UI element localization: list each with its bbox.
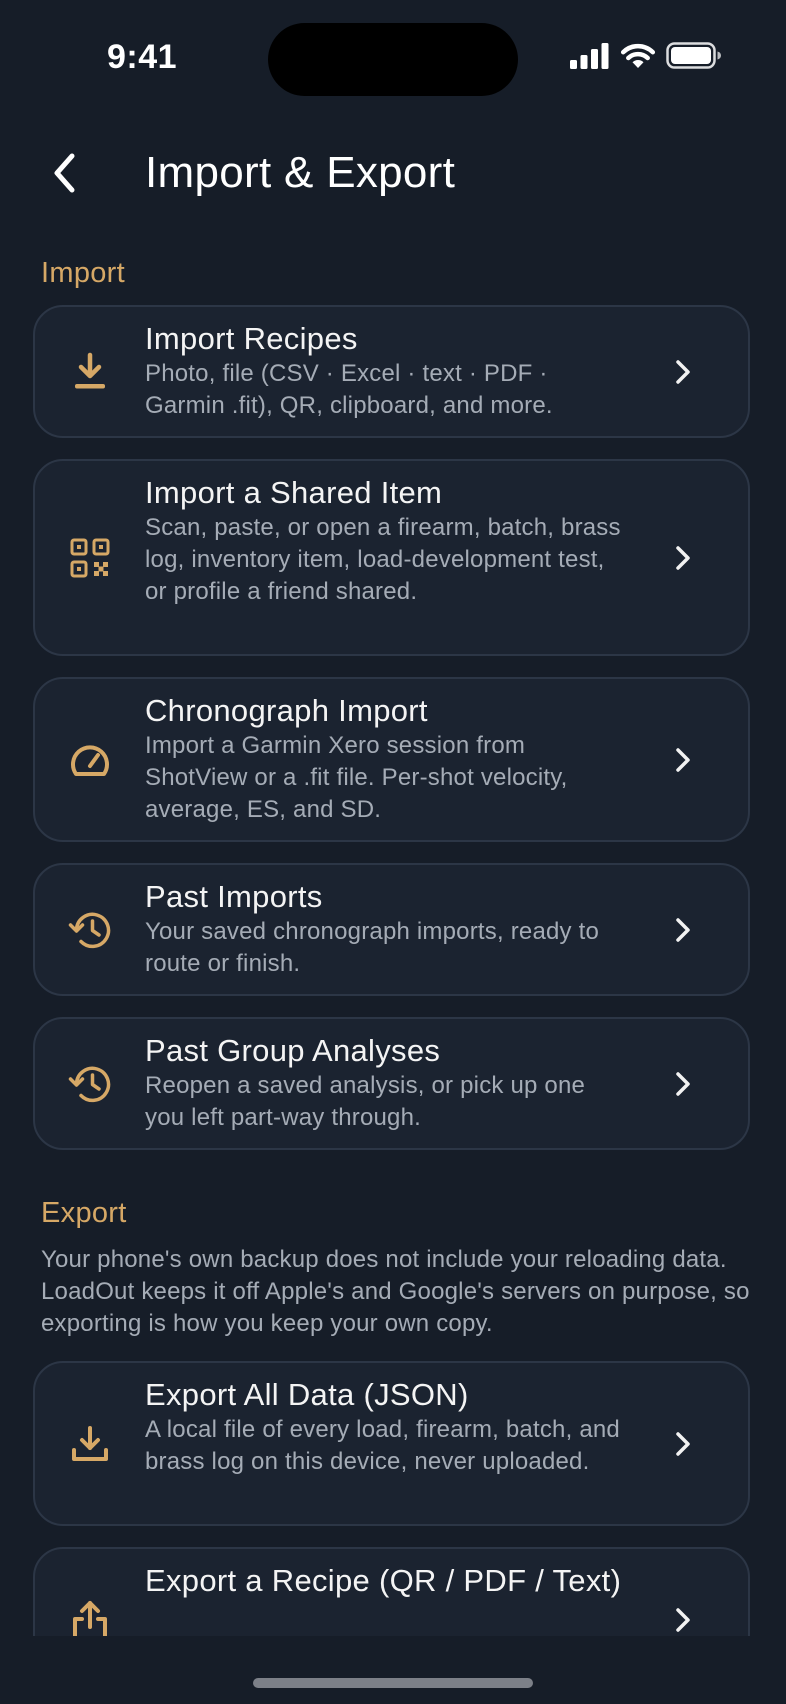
card-title: Import a Shared Item — [145, 475, 443, 510]
share-icon — [65, 1596, 115, 1636]
history-icon — [65, 1059, 115, 1109]
import-recipes-card[interactable]: Import Recipes Photo, file (CSV · Excel … — [33, 305, 750, 438]
battery-icon — [666, 42, 722, 74]
card-title: Export All Data (JSON) — [145, 1377, 469, 1412]
import-section-header: Import — [41, 257, 125, 289]
card-title: Past Group Analyses — [145, 1033, 441, 1068]
export-recipe-card[interactable]: Export a Recipe (QR / PDF / Text) — [33, 1547, 750, 1636]
export-all-data-card[interactable]: Export All Data (JSON) A local file of e… — [33, 1361, 750, 1526]
status-time: 9:41 — [107, 38, 178, 76]
history-icon — [65, 905, 115, 955]
back-button[interactable] — [30, 140, 100, 210]
card-subtitle: Photo, file (CSV · Excel · text · PDF · … — [145, 360, 553, 419]
screen-content: 9:41 Import & Export Import Import Recip… — [0, 0, 786, 1636]
export-all-data-text: Export All Data (JSON) A local file of e… — [145, 1376, 625, 1478]
card-subtitle: Reopen a saved analysis, or pick up one … — [145, 1072, 586, 1131]
export-section-header: Export — [41, 1197, 127, 1229]
export-recipe-text: Export a Recipe (QR / PDF / Text) — [145, 1562, 625, 1600]
card-title: Chronograph Import — [145, 693, 428, 728]
card-subtitle: A local file of every load, firearm, bat… — [145, 1416, 620, 1475]
export-section-description: Your phone's own backup does not include… — [41, 1246, 750, 1337]
status-bar: 9:41 — [0, 0, 786, 118]
card-title: Export a Recipe (QR / PDF / Text) — [145, 1563, 622, 1598]
past-group-analyses-card[interactable]: Past Group Analyses Reopen a saved analy… — [33, 1017, 750, 1150]
chevron-right-icon — [668, 1069, 698, 1099]
speedometer-icon — [65, 735, 115, 785]
chronograph-import-text: Chronograph Import Import a Garmin Xero … — [145, 692, 625, 826]
card-subtitle: Scan, paste, or open a firearm, batch, b… — [145, 514, 621, 605]
import-shared-item-text: Import a Shared Item Scan, paste, or ope… — [145, 474, 625, 608]
download-icon — [65, 1419, 115, 1469]
page-title: Import & Export — [145, 148, 456, 197]
chevron-right-icon — [668, 1429, 698, 1459]
chevron-right-icon — [668, 915, 698, 945]
card-subtitle: Your saved chronograph imports, ready to… — [145, 918, 600, 977]
card-subtitle: Import a Garmin Xero session from ShotVi… — [145, 732, 568, 823]
home-indicator — [253, 1678, 533, 1688]
dynamic-island — [268, 23, 518, 96]
past-group-analyses-text: Past Group Analyses Reopen a saved analy… — [145, 1032, 625, 1134]
card-title: Past Imports — [145, 879, 323, 914]
cellular-signal-icon — [570, 42, 610, 74]
qr-code-icon — [65, 533, 115, 583]
past-imports-card[interactable]: Past Imports Your saved chronograph impo… — [33, 863, 750, 996]
chevron-left-icon — [50, 152, 80, 199]
past-imports-text: Past Imports Your saved chronograph impo… — [145, 878, 625, 980]
chevron-right-icon — [668, 745, 698, 775]
chevron-right-icon — [668, 543, 698, 573]
wifi-icon — [620, 42, 656, 74]
navigation-bar: Import & Export — [0, 130, 786, 220]
import-recipes-text: Import Recipes Photo, file (CSV · Excel … — [145, 320, 625, 422]
chevron-right-icon — [668, 357, 698, 387]
status-icons — [570, 42, 722, 74]
download-tray-icon — [65, 347, 115, 397]
chronograph-import-card[interactable]: Chronograph Import Import a Garmin Xero … — [33, 677, 750, 842]
card-title: Import Recipes — [145, 321, 358, 356]
import-shared-item-card[interactable]: Import a Shared Item Scan, paste, or ope… — [33, 459, 750, 656]
chevron-right-icon — [668, 1605, 698, 1635]
